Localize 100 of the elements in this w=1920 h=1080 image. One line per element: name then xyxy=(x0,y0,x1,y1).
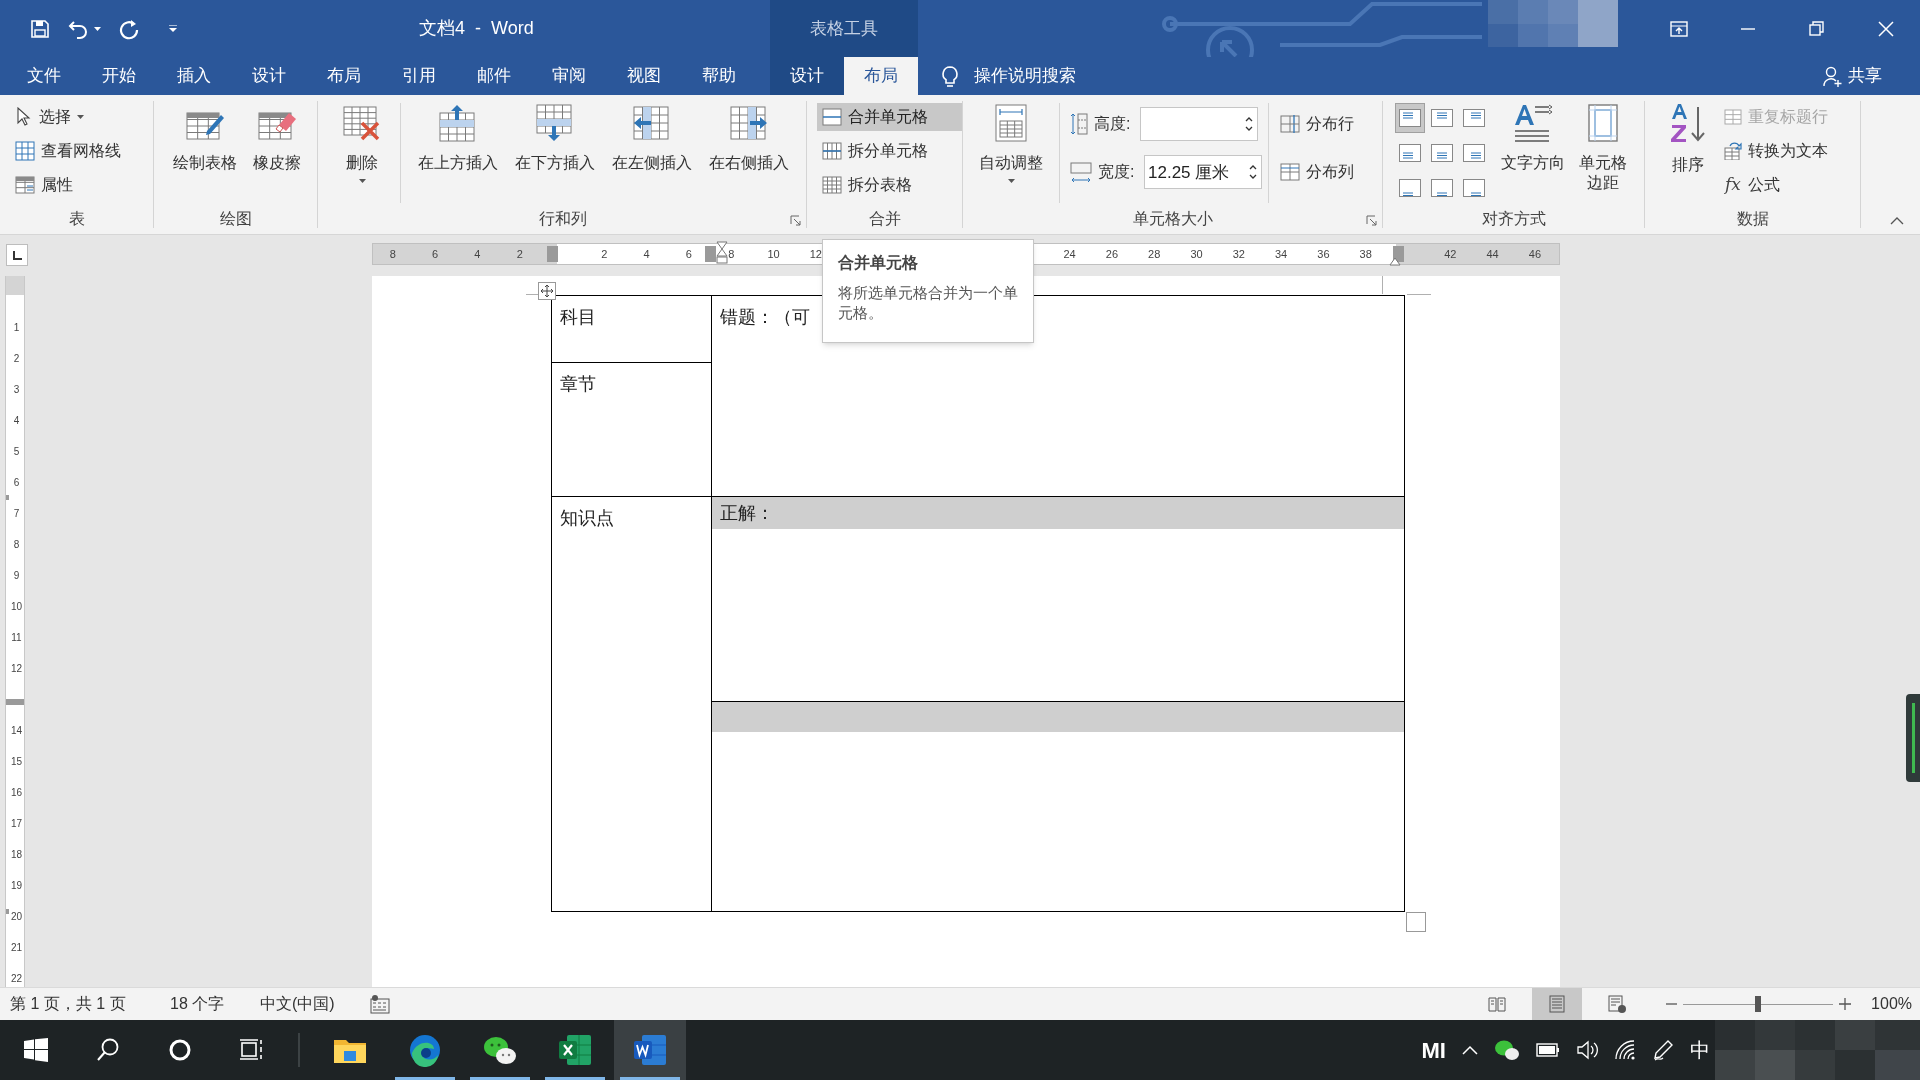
ruler-number: 16 xyxy=(10,787,23,799)
wifi-icon[interactable] xyxy=(1614,1039,1636,1061)
zoom-level[interactable]: 100% xyxy=(1871,992,1912,1016)
ribbon-tab[interactable]: 布局 xyxy=(306,57,381,95)
ruler-number: 38 xyxy=(1359,247,1372,261)
redo-icon[interactable] xyxy=(119,17,141,40)
ribbon-tab[interactable]: 文件 xyxy=(6,57,81,95)
tell-me-search[interactable]: 操作说明搜索 xyxy=(974,63,1076,89)
align-icon xyxy=(1463,144,1485,162)
zoom-slider[interactable] xyxy=(1683,994,1834,1014)
ribbon-tab[interactable]: 设计 xyxy=(770,57,844,95)
width-field[interactable]: 12.25 厘米 xyxy=(1144,155,1262,189)
group-label: 数据 xyxy=(1737,209,1769,229)
tooltip-text: 将所选单元格合并为一个单元格。 xyxy=(838,283,1018,323)
page-count[interactable]: 第 1 页，共 1 页 xyxy=(10,992,170,1016)
ribbon-tab[interactable]: 设计 xyxy=(231,57,306,95)
insert-above-button[interactable]: 在上方插入 xyxy=(409,97,506,173)
ruler-number: 12 xyxy=(10,663,23,675)
ribbon-tab[interactable]: 邮件 xyxy=(456,57,531,95)
caret-icon xyxy=(358,179,366,183)
ribbon-tab[interactable]: 布局 xyxy=(844,57,918,95)
group-label: 对齐方式 xyxy=(1482,209,1546,229)
spinner-icon[interactable] xyxy=(1249,164,1257,180)
save-icon[interactable] xyxy=(30,18,50,39)
zoom-slider-thumb[interactable] xyxy=(1755,996,1762,1012)
split-cells-button[interactable]: 拆分单元格 xyxy=(817,137,963,165)
autofit-icon xyxy=(992,103,1030,143)
sort-icon xyxy=(1668,103,1708,145)
table-resize-handle[interactable] xyxy=(1406,912,1426,932)
ruler-number: 10 xyxy=(767,247,780,261)
ruler-number: 20 xyxy=(10,911,23,923)
shaded-paragraph: 正解： xyxy=(712,497,1404,529)
ruler-number: 42 xyxy=(1444,247,1457,261)
spinner-icon[interactable] xyxy=(1245,116,1253,132)
ruler-number: 11 xyxy=(10,632,23,644)
right-indent-icon[interactable] xyxy=(1389,257,1401,266)
battery-icon[interactable] xyxy=(1536,1042,1560,1058)
table-move-handle-icon[interactable] xyxy=(538,282,556,300)
insert-below-button[interactable]: 在下方插入 xyxy=(506,97,603,173)
collapse-ribbon-icon[interactable] xyxy=(1890,216,1904,226)
row-marker[interactable] xyxy=(6,699,24,705)
track-changes-icon[interactable] xyxy=(370,994,390,1014)
properties-icon xyxy=(15,175,35,195)
align-button[interactable] xyxy=(1395,103,1425,133)
indent-marker-icon[interactable] xyxy=(716,241,728,265)
row-marker[interactable] xyxy=(6,495,9,500)
align-icon xyxy=(1399,179,1421,197)
data-command-button[interactable]: fx 公式 xyxy=(1719,171,1833,199)
side-panel-handle[interactable] xyxy=(1906,694,1920,782)
show-hidden-icons[interactable] xyxy=(1462,1045,1478,1055)
input-method-indicator[interactable]: 中 xyxy=(1690,1035,1710,1065)
tray-logo[interactable]: MI xyxy=(1421,1033,1446,1067)
split-table-button[interactable]: 拆分表格 xyxy=(817,171,963,199)
insert-right-button[interactable]: 在右侧插入 xyxy=(700,97,797,173)
language-status[interactable]: 中文(中国) xyxy=(260,992,370,1016)
ribbon-tab[interactable]: 插入 xyxy=(156,57,231,95)
merge-cells-button[interactable]: 合并单元格 xyxy=(817,103,963,131)
text-direction-button[interactable]: 文字方向 xyxy=(1497,97,1569,193)
delete-button[interactable]: 删除 xyxy=(332,97,392,183)
ribbon-tab[interactable]: 帮助 xyxy=(681,57,756,95)
column-marker[interactable] xyxy=(1393,246,1404,262)
chat-tray-icon[interactable] xyxy=(1494,1039,1520,1061)
eraser-button[interactable]: 橡皮擦 xyxy=(241,97,313,173)
dialog-launcher-icon[interactable] xyxy=(790,215,801,226)
column-marker[interactable] xyxy=(705,246,716,262)
autofit-button[interactable]: 自动调整 xyxy=(973,97,1049,183)
group-label: 行和列 xyxy=(538,209,587,229)
sort-button[interactable]: 排序 xyxy=(1663,97,1713,175)
cell-margins-button[interactable]: 单元格边距 xyxy=(1569,97,1637,193)
view-gridlines-button[interactable]: 查看网格线 xyxy=(10,137,154,165)
align-icon xyxy=(1431,179,1453,197)
ruler-number: 34 xyxy=(1274,247,1288,261)
word-count[interactable]: 18 个字 xyxy=(170,992,260,1016)
ribbon-tab[interactable]: 引用 xyxy=(381,57,456,95)
row-marker[interactable] xyxy=(6,909,9,914)
height-field[interactable] xyxy=(1140,107,1258,141)
search-icon xyxy=(96,1038,120,1062)
tooltip-title: 合并单元格 xyxy=(838,253,919,273)
select-button[interactable]: 选择 xyxy=(10,103,154,131)
distribute-button[interactable]: 分布列 xyxy=(1275,155,1359,189)
insert-left-button[interactable]: 在左侧插入 xyxy=(603,97,700,173)
share-button[interactable]: 共享 xyxy=(1823,57,1920,95)
pen-icon[interactable] xyxy=(1652,1039,1674,1061)
data-command-button[interactable]: 转换为文本 xyxy=(1719,137,1833,165)
ribbon-tab[interactable]: 审阅 xyxy=(531,57,606,95)
align-icon xyxy=(1399,144,1421,162)
margin-marker[interactable] xyxy=(547,246,558,262)
zoom-in-icon[interactable] xyxy=(1839,998,1852,1010)
tab-stop-selector[interactable] xyxy=(6,244,28,266)
ribbon-tab[interactable]: 开始 xyxy=(81,57,156,95)
draw-table-button[interactable]: 绘制表格 xyxy=(169,97,241,173)
volume-icon[interactable] xyxy=(1576,1039,1598,1061)
ribbon-tab[interactable]: 视图 xyxy=(606,57,681,95)
ruler-number: 6 xyxy=(432,247,439,261)
distribute-button[interactable]: 分布行 xyxy=(1275,107,1359,141)
customize-toolbar-icon[interactable] xyxy=(169,25,177,32)
properties-button[interactable]: 属性 xyxy=(10,171,154,199)
distribute-columns-icon xyxy=(1280,162,1300,182)
dialog-launcher-icon[interactable] xyxy=(1366,215,1377,226)
chat-icon xyxy=(482,1034,518,1066)
